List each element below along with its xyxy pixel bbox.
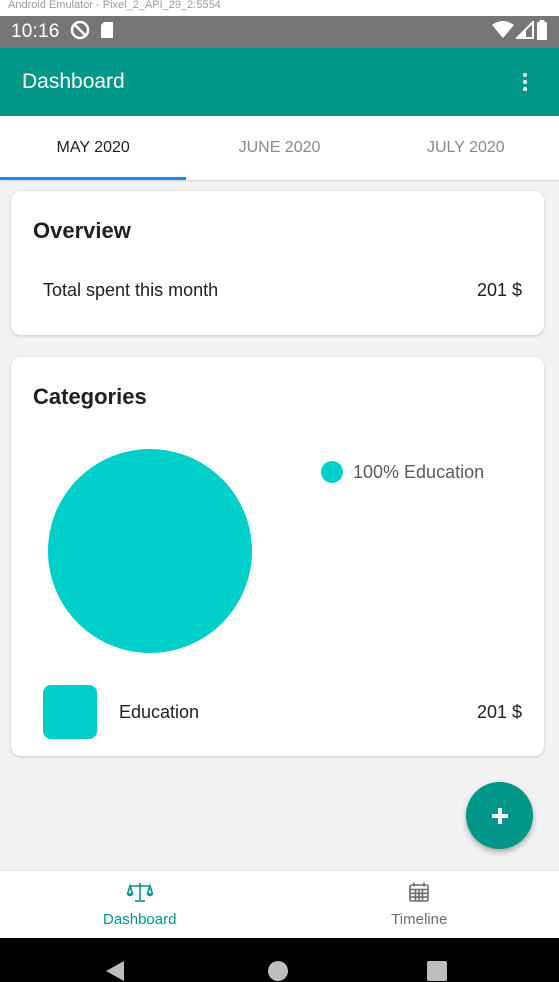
tab-july-2020[interactable]: JULY 2020 — [373, 116, 559, 180]
app-bar: Dashboard — [0, 48, 559, 116]
bottom-navigation: Dashboard Timeline — [0, 871, 559, 938]
nav-timeline[interactable]: Timeline — [280, 871, 559, 938]
sd-card-icon — [100, 21, 114, 44]
emulator-title-bar: Android Emulator - Pixel_2_API_29_2:5554 — [0, 0, 559, 16]
category-swatch — [43, 685, 97, 739]
status-bar: 10:16 — [0, 16, 559, 48]
pie-chart — [48, 449, 252, 653]
system-navigation-bar — [0, 938, 559, 982]
add-expense-button[interactable] — [466, 782, 533, 849]
overview-title: Overview — [33, 218, 131, 243]
total-spent-row: Total spent this month 201 $ — [43, 280, 522, 301]
legend-dot — [321, 461, 343, 483]
categories-card: Categories 100% Education Education 201 … — [11, 357, 544, 756]
home-icon[interactable] — [267, 960, 289, 982]
chart-legend: 100% Education — [321, 461, 484, 483]
total-spent-amount: 201 $ — [476, 280, 522, 300]
overview-card: Overview Total spent this month 201 $ — [11, 191, 544, 335]
emulator-title: Android Emulator - Pixel_2_API_29_2:5554 — [8, 0, 221, 11]
recents-icon[interactable] — [426, 960, 448, 982]
signal-icon — [514, 19, 534, 44]
overflow-menu-icon[interactable] — [513, 70, 537, 94]
wifi-icon — [492, 20, 514, 44]
categories-title: Categories — [33, 384, 147, 409]
legend-label: 100% Education — [353, 461, 485, 482]
do-not-disturb-icon — [70, 20, 90, 45]
category-row-education[interactable]: Education 201 $ — [43, 685, 522, 739]
category-amount: 201 $ — [476, 701, 522, 722]
calendar-icon — [408, 881, 430, 908]
app-title: Dashboard — [22, 70, 125, 93]
nav-dashboard-label: Dashboard — [103, 911, 177, 928]
total-spent-label: Total spent this month — [43, 280, 219, 300]
nav-timeline-label: Timeline — [391, 911, 448, 928]
tab-may-2020[interactable]: MAY 2020 — [0, 116, 187, 180]
battery-icon — [536, 19, 548, 45]
plus-icon — [491, 807, 508, 824]
month-tabs: MAY 2020 JUNE 2020 JULY 2020 — [0, 116, 559, 180]
category-name: Education — [119, 701, 200, 722]
back-icon[interactable] — [104, 960, 126, 982]
status-time: 10:16 — [11, 21, 60, 42]
nav-dashboard[interactable]: Dashboard — [0, 871, 280, 938]
tab-june-2020[interactable]: JUNE 2020 — [186, 116, 372, 180]
scale-icon — [126, 881, 154, 908]
